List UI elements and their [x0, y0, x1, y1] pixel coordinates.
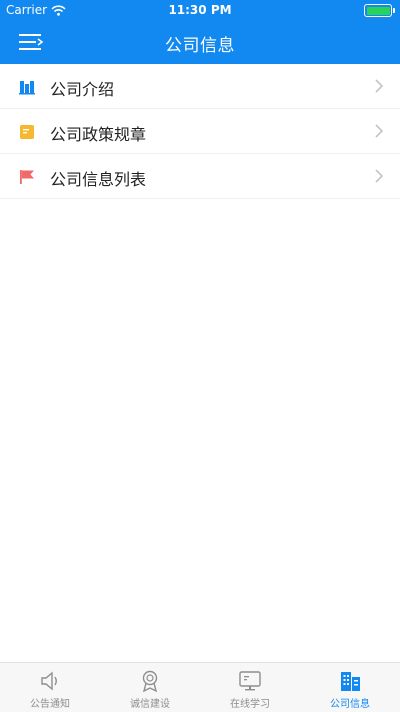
- tab-label: 公告通知: [30, 699, 70, 710]
- page-title: 公司信息: [165, 36, 235, 56]
- list-item-label: 公司介绍: [50, 80, 115, 99]
- buildings-icon: [341, 672, 360, 691]
- list-item-company-intro[interactable]: 公司介绍: [0, 64, 400, 109]
- menu-list: 公司介绍 公司政策规章 公司信息列表: [0, 64, 400, 199]
- list-item-label: 公司信息列表: [50, 170, 147, 189]
- document-icon: [20, 125, 34, 139]
- badge-icon: [142, 670, 158, 693]
- list-item-info-list[interactable]: 公司信息列表: [0, 154, 400, 199]
- menu-icon[interactable]: [18, 31, 44, 53]
- tab-company-info[interactable]: 公司信息: [300, 663, 400, 712]
- navbar: 公司信息: [0, 20, 400, 64]
- building-icon: [19, 81, 35, 95]
- chevron-right-icon: [375, 169, 384, 183]
- status-time: 11:30 PM: [168, 3, 232, 17]
- tab-learning[interactable]: 在线学习: [200, 663, 300, 712]
- status-bar: Carrier 11:30 PM: [0, 0, 400, 20]
- tab-bar: 公告通知 诚信建设 在线学习 公司信息: [0, 662, 400, 712]
- tab-integrity[interactable]: 诚信建设: [100, 663, 200, 712]
- list-item-label: 公司政策规章: [50, 125, 147, 144]
- tab-label: 公司信息: [330, 699, 370, 710]
- flag-icon: [20, 170, 34, 184]
- chevron-right-icon: [375, 124, 384, 138]
- list-item-policy[interactable]: 公司政策规章: [0, 109, 400, 154]
- tab-announcements[interactable]: 公告通知: [0, 663, 100, 712]
- monitor-icon: [239, 671, 261, 691]
- tab-label: 诚信建设: [130, 699, 170, 710]
- battery-icon: [364, 4, 395, 17]
- tab-label: 在线学习: [230, 699, 270, 710]
- header: Carrier 11:30 PM 公司信息: [0, 0, 400, 64]
- speaker-icon: [41, 671, 57, 691]
- chevron-right-icon: [375, 79, 384, 93]
